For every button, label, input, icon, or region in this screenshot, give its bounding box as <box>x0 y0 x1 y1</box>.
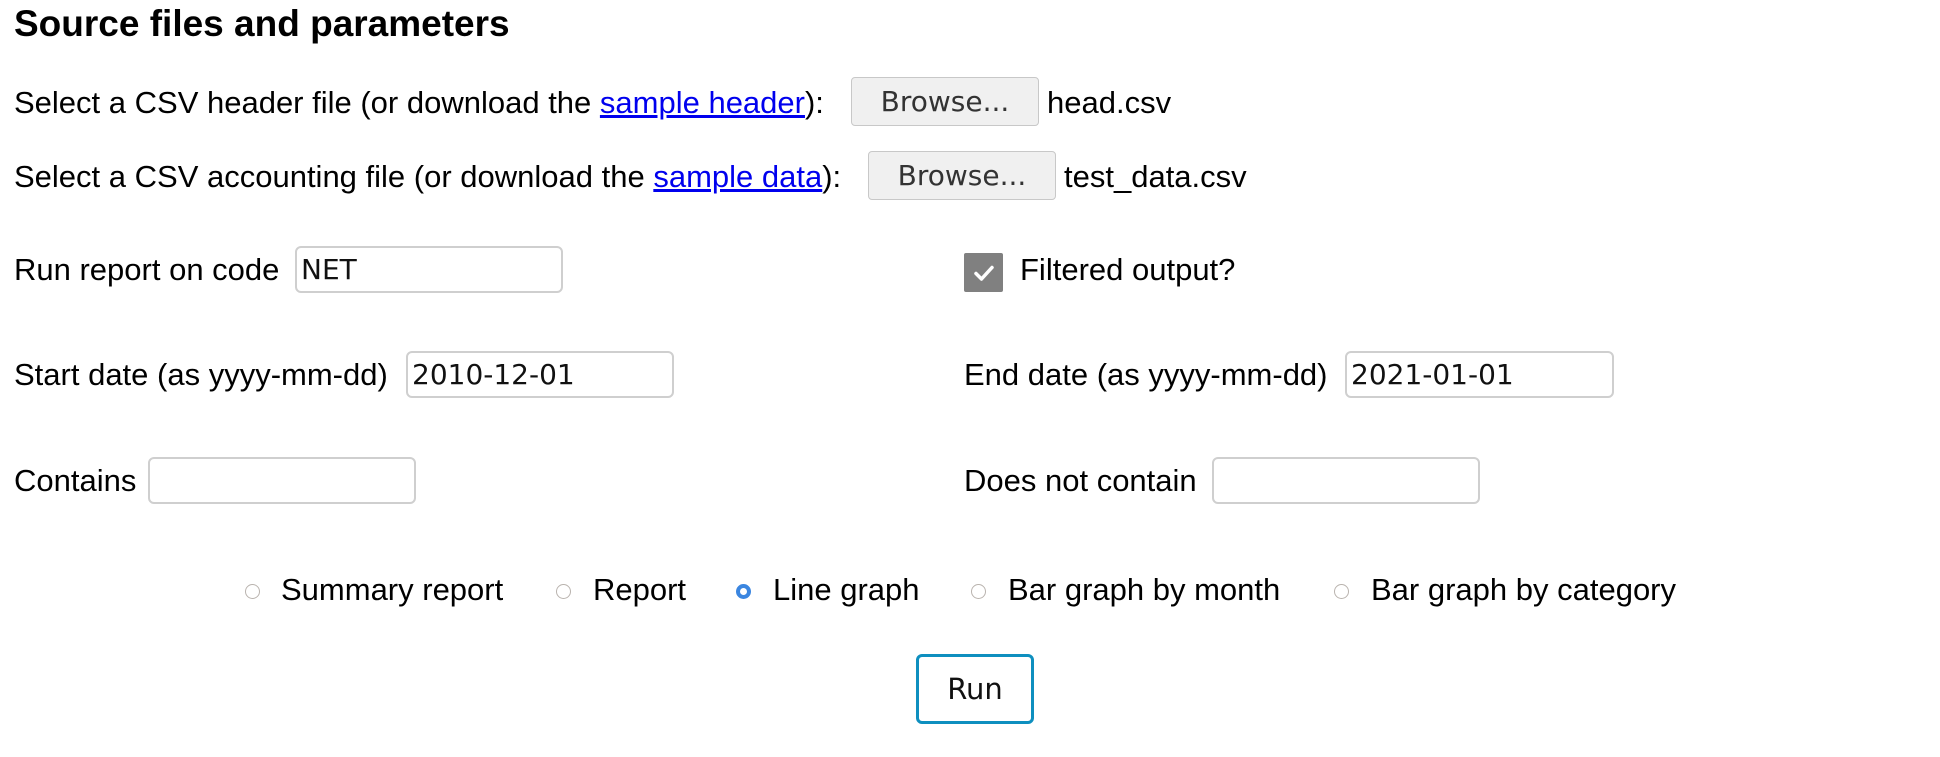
not-contains-input[interactable] <box>1212 457 1480 504</box>
data-file-suffix: ): <box>822 159 842 194</box>
checkmark-icon <box>973 265 994 281</box>
data-file-prefix: Select a CSV accounting file (or downloa… <box>14 159 654 194</box>
header-file-label: Select a CSV header file (or download th… <box>14 83 824 123</box>
radio-line-graph-label[interactable]: Line graph <box>773 570 920 610</box>
data-file-label: Select a CSV accounting file (or downloa… <box>14 157 841 197</box>
radio-line-graph[interactable] <box>736 584 751 599</box>
header-file-prefix: Select a CSV header file (or download th… <box>14 85 600 120</box>
header-selected-filename: head.csv <box>1047 85 1172 120</box>
data-browse-button[interactable]: Browse... <box>868 151 1056 200</box>
data-selected-filename: test_data.csv <box>1064 159 1247 194</box>
radio-bar-graph-month[interactable] <box>971 584 986 599</box>
page-title: Source files and parameters <box>14 3 510 44</box>
radio-report-label[interactable]: Report <box>593 570 686 610</box>
radio-bar-graph-month-label[interactable]: Bar graph by month <box>1008 570 1280 610</box>
header-file-suffix: ): <box>804 85 824 120</box>
end-date-input[interactable] <box>1345 351 1614 398</box>
header-browse-button[interactable]: Browse... <box>851 77 1039 126</box>
filtered-output-label: Filtered output? <box>1020 252 1236 287</box>
start-date-input[interactable] <box>406 351 674 398</box>
contains-input[interactable] <box>148 457 416 504</box>
code-input[interactable] <box>295 246 563 293</box>
contains-label: Contains <box>14 463 137 498</box>
radio-report[interactable] <box>556 584 571 599</box>
end-date-label: End date (as yyyy-mm-dd) <box>964 357 1328 392</box>
sample-data-link[interactable]: sample data <box>653 159 822 194</box>
not-contains-label: Does not contain <box>964 463 1197 498</box>
filtered-output-checkbox[interactable] <box>964 253 1003 292</box>
sample-header-link[interactable]: sample header <box>600 85 805 120</box>
radio-summary-report-label[interactable]: Summary report <box>281 570 503 610</box>
radio-bar-graph-category-label[interactable]: Bar graph by category <box>1371 570 1676 610</box>
start-date-label: Start date (as yyyy-mm-dd) <box>14 357 388 392</box>
radio-summary-report[interactable] <box>245 584 260 599</box>
radio-bar-graph-category[interactable] <box>1334 584 1349 599</box>
run-button[interactable]: Run <box>916 654 1034 724</box>
code-label: Run report on code <box>14 252 280 287</box>
